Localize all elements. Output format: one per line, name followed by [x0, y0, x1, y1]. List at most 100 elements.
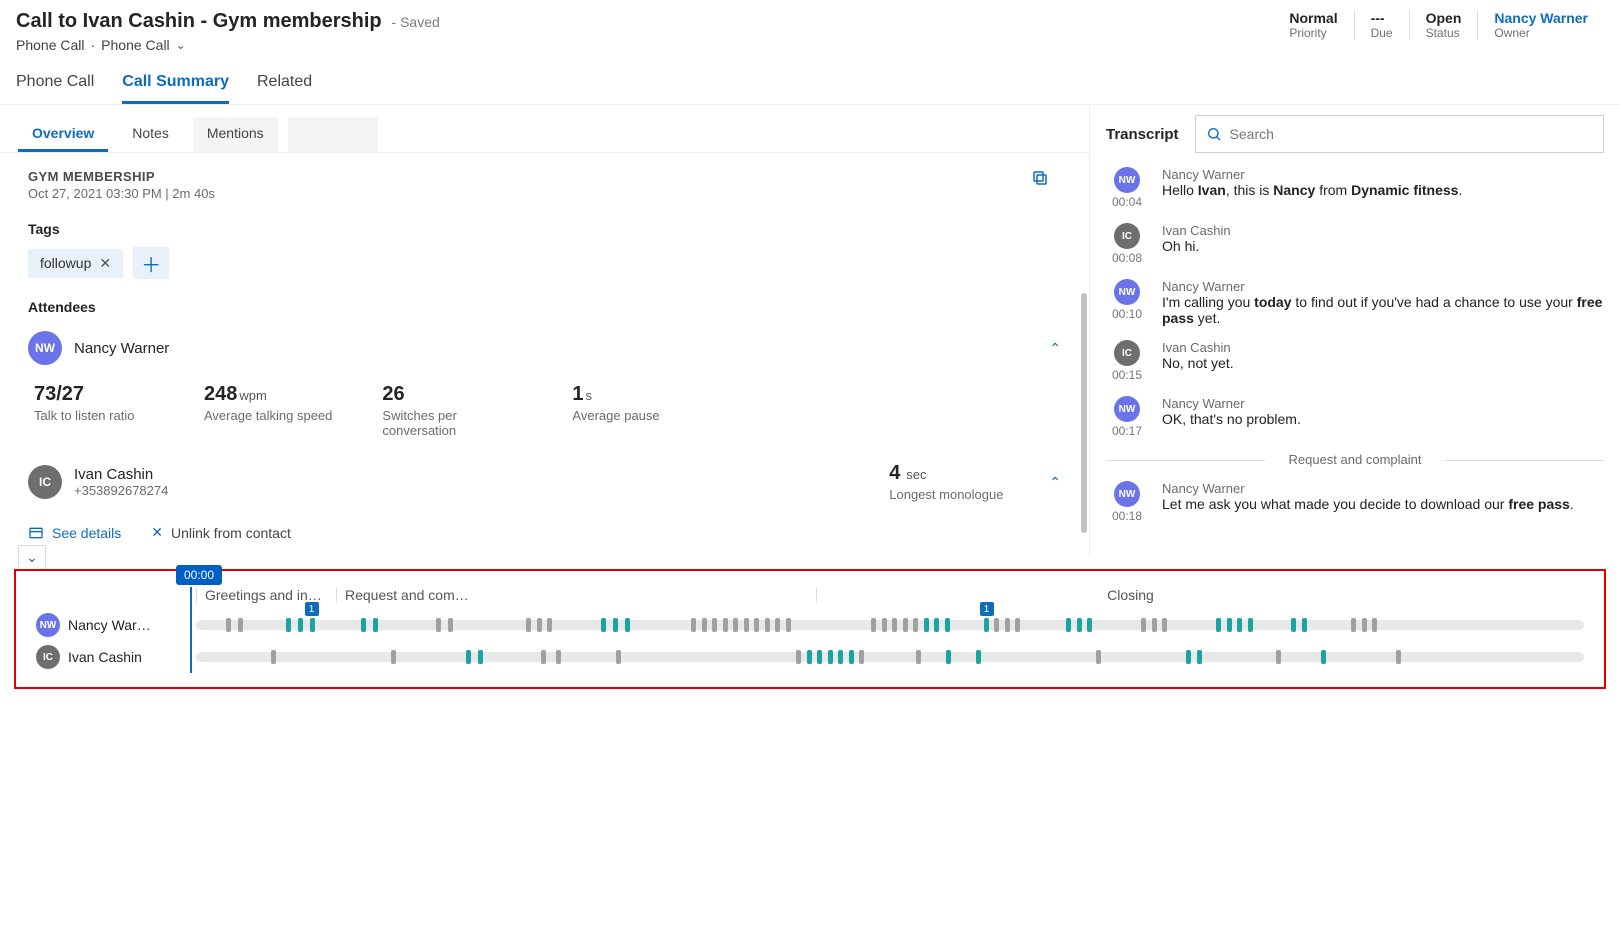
timeline-tick[interactable] — [849, 650, 854, 664]
timeline-tick[interactable] — [1291, 618, 1296, 632]
timeline-tick[interactable] — [765, 618, 770, 632]
timeline-tick[interactable] — [238, 618, 243, 632]
timeline-tick[interactable] — [310, 618, 315, 632]
timeline-tick[interactable] — [994, 618, 999, 632]
search-box[interactable] — [1195, 115, 1604, 153]
timeline-marker[interactable]: 1 — [305, 602, 319, 616]
timeline-tick[interactable] — [226, 618, 231, 632]
timeline-tick[interactable] — [1216, 618, 1221, 632]
unlink-contact-link[interactable]: ✕ Unlink from contact — [151, 524, 291, 541]
timeline-tick[interactable] — [733, 618, 738, 632]
timeline-tick[interactable] — [1321, 650, 1326, 664]
timeline-tick[interactable] — [286, 618, 291, 632]
timeline-tick[interactable] — [613, 618, 618, 632]
timeline-tick[interactable] — [1152, 618, 1157, 632]
timeline-segment[interactable]: Greetings and in… — [196, 587, 336, 603]
transcript-entry[interactable]: IC00:15Ivan CashinNo, not yet. — [1106, 340, 1604, 382]
timeline-tick[interactable] — [807, 650, 812, 664]
timeline-tick[interactable] — [1351, 618, 1356, 632]
timeline-tick[interactable] — [448, 618, 453, 632]
transcript-entry[interactable]: NW00:17Nancy WarnerOK, that's no problem… — [1106, 396, 1604, 438]
timeline-tick[interactable] — [892, 618, 897, 632]
timeline-segment[interactable]: Closing — [816, 587, 1436, 603]
timeline-tick[interactable] — [298, 618, 303, 632]
timeline-tick[interactable] — [541, 650, 546, 664]
subtab-overview[interactable]: Overview — [18, 117, 108, 152]
timeline-tick[interactable] — [1015, 618, 1020, 632]
timeline-tick[interactable] — [712, 618, 717, 632]
timeline-tick[interactable] — [1276, 650, 1281, 664]
tab-phone-call[interactable]: Phone Call — [16, 73, 94, 104]
timeline-tick[interactable] — [828, 650, 833, 664]
timeline-tick[interactable] — [361, 618, 366, 632]
timeline-tick[interactable] — [934, 618, 939, 632]
transcript-entry[interactable]: NW00:04Nancy WarnerHello Ivan, this is N… — [1106, 167, 1604, 209]
timeline-tick[interactable] — [466, 650, 471, 664]
timeline-tick[interactable] — [1237, 618, 1242, 632]
subtab-mentions[interactable]: Mentions — [193, 117, 278, 152]
status-owner[interactable]: Nancy WarnerOwner — [1477, 10, 1604, 40]
timeline-track[interactable] — [196, 652, 1584, 662]
chevron-up-icon[interactable]: ⌃ — [1049, 474, 1061, 491]
timeline-tick[interactable] — [1362, 618, 1367, 632]
timeline-tick[interactable] — [436, 618, 441, 632]
transcript-entry[interactable]: NW00:18Nancy WarnerLet me ask you what m… — [1106, 481, 1604, 523]
timeline-tick[interactable] — [924, 618, 929, 632]
timeline-tick[interactable] — [271, 650, 276, 664]
timeline-tick[interactable] — [976, 650, 981, 664]
timeline-tick[interactable] — [1372, 618, 1377, 632]
timeline-tick[interactable] — [391, 650, 396, 664]
timeline-tick[interactable] — [1087, 618, 1092, 632]
timeline-tick[interactable] — [1005, 618, 1010, 632]
timeline-tick[interactable] — [556, 650, 561, 664]
tab-call-summary[interactable]: Call Summary — [122, 73, 229, 104]
timeline-tick[interactable] — [916, 650, 921, 664]
add-tag-button[interactable]: ＋ — [133, 247, 169, 279]
timeline-tick[interactable] — [871, 618, 876, 632]
timeline-tick[interactable] — [945, 618, 950, 632]
playhead-time[interactable]: 00:00 — [176, 565, 222, 585]
attendee-row-nancy[interactable]: NW Nancy Warner ⌃ — [28, 331, 1061, 365]
timeline-tick[interactable] — [691, 618, 696, 632]
timeline-tick[interactable] — [946, 650, 951, 664]
timeline-track[interactable]: 11 — [196, 620, 1584, 630]
timeline-tick[interactable] — [1248, 618, 1253, 632]
transcript-entry[interactable]: NW00:10Nancy WarnerI'm calling you today… — [1106, 279, 1604, 326]
chevron-down-icon[interactable]: ⌄ — [176, 38, 186, 52]
timeline-tick[interactable] — [775, 618, 780, 632]
subtab-notes[interactable]: Notes — [118, 117, 183, 152]
tag-chip[interactable]: followup ✕ — [28, 249, 123, 278]
attendee-row-ivan[interactable]: IC Ivan Cashin +353892678274 4 sec Longe… — [28, 462, 1061, 502]
timeline-tick[interactable] — [984, 618, 989, 632]
timeline-tick[interactable] — [1302, 618, 1307, 632]
timeline-tick[interactable] — [913, 618, 918, 632]
expand-toggle[interactable]: ⌄ — [18, 545, 46, 569]
timeline-tick[interactable] — [744, 618, 749, 632]
timeline-tick[interactable] — [537, 618, 542, 632]
timeline-tick[interactable] — [1077, 618, 1082, 632]
breadcrumb[interactable]: Phone Call · Phone Call ⌄ — [16, 37, 440, 53]
timeline-tick[interactable] — [1227, 618, 1232, 632]
tab-related[interactable]: Related — [257, 73, 312, 104]
playhead-line[interactable] — [190, 587, 192, 673]
chevron-up-icon[interactable]: ⌃ — [1049, 340, 1061, 357]
timeline-tick[interactable] — [702, 618, 707, 632]
timeline-tick[interactable] — [796, 650, 801, 664]
timeline-tick[interactable] — [1141, 618, 1146, 632]
transcript-entry[interactable]: IC00:08Ivan CashinOh hi. — [1106, 223, 1604, 265]
timeline-tick[interactable] — [547, 618, 552, 632]
timeline-tick[interactable] — [754, 618, 759, 632]
timeline-tick[interactable] — [723, 618, 728, 632]
copy-icon[interactable] — [1031, 169, 1049, 190]
timeline-tick[interactable] — [1197, 650, 1202, 664]
remove-tag-icon[interactable]: ✕ — [99, 255, 111, 272]
timeline-tick[interactable] — [859, 650, 864, 664]
timeline-tick[interactable] — [882, 618, 887, 632]
timeline-marker[interactable]: 1 — [980, 602, 994, 616]
timeline-tick[interactable] — [786, 618, 791, 632]
timeline-tick[interactable] — [601, 618, 606, 632]
see-details-link[interactable]: See details — [28, 525, 121, 541]
timeline-tick[interactable] — [1162, 618, 1167, 632]
timeline-segment[interactable]: Request and com… — [336, 587, 816, 603]
timeline-tick[interactable] — [838, 650, 843, 664]
